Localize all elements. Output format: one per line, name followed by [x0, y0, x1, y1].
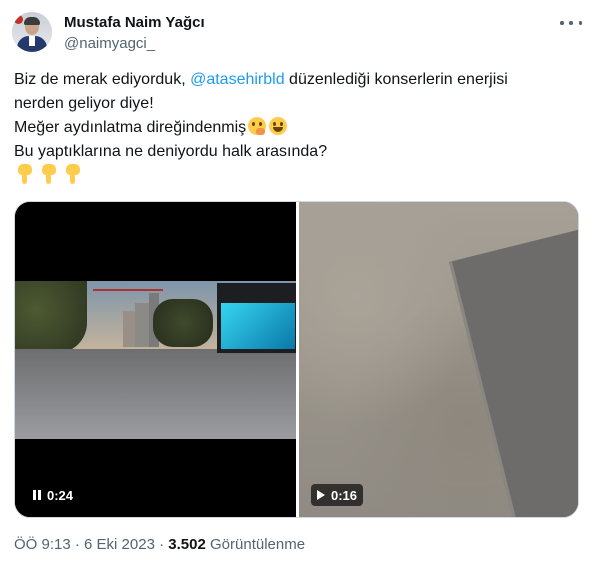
- play-icon[interactable]: [317, 490, 325, 500]
- video-2-time-badge: 0:16: [311, 484, 364, 506]
- avatar[interactable]: [12, 12, 52, 52]
- video-player-1[interactable]: 0:24: [15, 202, 296, 517]
- author-handle[interactable]: @naimyagci_: [64, 35, 155, 52]
- tweet: Mustafa Naim Yağcı @naimyagci_ Biz de me…: [0, 0, 601, 573]
- meta-separator-2: ·: [159, 536, 165, 553]
- views-label: Görüntülenme: [210, 536, 306, 553]
- pause-icon[interactable]: [33, 490, 41, 500]
- video-1-time: 0:24: [47, 487, 74, 503]
- author-name[interactable]: Mustafa Naim Yağcı: [64, 14, 205, 31]
- tweet-line-1: Biz de merak ediyorduk, @atasehirbld düz…: [14, 71, 508, 88]
- tweet-date[interactable]: 6 Eki 2023: [84, 536, 155, 553]
- media-grid: 0:24 0:16: [14, 201, 579, 518]
- backhand-index-pointing-down-emoji: [40, 164, 58, 184]
- video-2-time: 0:16: [331, 487, 358, 503]
- tweet-time[interactable]: ÖÖ 9:13: [14, 536, 71, 553]
- flag-badge-icon: [14, 15, 23, 24]
- video-1-time-badge: 0:24: [27, 484, 80, 506]
- more-options-icon[interactable]: [560, 14, 582, 32]
- tweet-metadata: ÖÖ 9:13 · 6 Eki 2023 · 3.502 Görüntülenm…: [14, 536, 305, 553]
- tweet-line-5: [14, 164, 586, 188]
- tweet-line-2: nerden geliyor diye!: [14, 95, 154, 112]
- tweet-line-4: Bu yaptıklarına ne deniyordu halk arasın…: [14, 143, 328, 160]
- views-count: 3.502: [168, 536, 206, 553]
- video-player-2[interactable]: 0:16: [299, 202, 578, 517]
- grinning-face-emoji: [269, 117, 288, 135]
- video-1-frame: [15, 281, 296, 439]
- backhand-index-pointing-down-emoji: [16, 164, 34, 184]
- tweet-line-3: Meğer aydınlatma direğindenmiş: [14, 116, 586, 140]
- thinking-face-emoji: [248, 117, 267, 135]
- mention-link[interactable]: @atasehirbld: [190, 71, 285, 88]
- backhand-index-pointing-down-emoji: [64, 164, 82, 184]
- meta-separator: ·: [74, 536, 80, 553]
- tweet-text: Biz de merak ediyorduk, @atasehirbld düz…: [14, 68, 586, 188]
